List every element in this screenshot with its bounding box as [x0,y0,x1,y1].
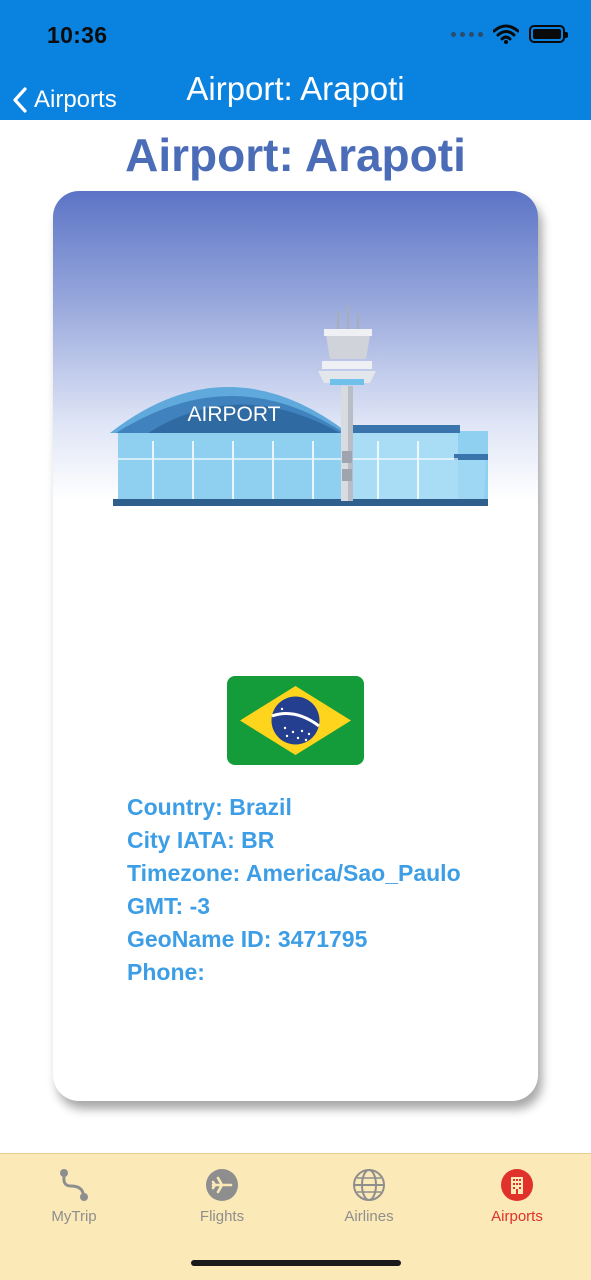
wifi-icon [493,24,519,44]
tab-label: Flights [199,1208,245,1225]
status-indicators [451,24,568,44]
country-text: Country: Brazil [127,794,292,820]
battery-icon [529,25,568,43]
phone-text: Phone: [127,959,205,985]
navigation-header: 10:36 Airports Airport: Arapoti [0,0,591,120]
tab-flights[interactable]: Flights [162,1168,282,1225]
route-icon [60,1169,88,1201]
cellular-signal-icon [451,31,483,37]
home-indicator[interactable] [191,1260,401,1266]
tab-label: Airports [491,1208,543,1225]
airport-terminal-icon: AIRPORT [110,305,488,506]
tab-label: MyTrip [51,1208,97,1225]
tab-airlines[interactable]: Airlines [309,1168,429,1225]
timezone-text: Timezone: America/Sao_Paulo [127,860,461,886]
airport-card: AIRPORT Country: Brazil City IATA: BR Ti… [53,191,538,1101]
airport-info: Country: Brazil City IATA: BR Timezone: … [127,791,461,989]
airport-sign-text: AIRPORT [188,403,281,426]
geoname-id-text: GeoName ID: 3471795 [127,926,368,952]
globe-icon [353,1169,385,1201]
tab-label: Airlines [344,1208,394,1225]
building-icon [501,1169,533,1201]
tab-airports[interactable]: Airports [457,1168,577,1225]
page-title: Airport: Arapoti [125,129,466,181]
plane-icon [206,1169,238,1201]
status-time: 10:36 [47,22,108,48]
tab-mytrip[interactable]: MyTrip [14,1168,134,1225]
city-iata-text: City IATA: BR [127,827,275,853]
nav-title: Airport: Arapoti [186,70,405,107]
gmt-text: GMT: -3 [127,893,211,919]
brazil-flag-icon [227,676,364,765]
